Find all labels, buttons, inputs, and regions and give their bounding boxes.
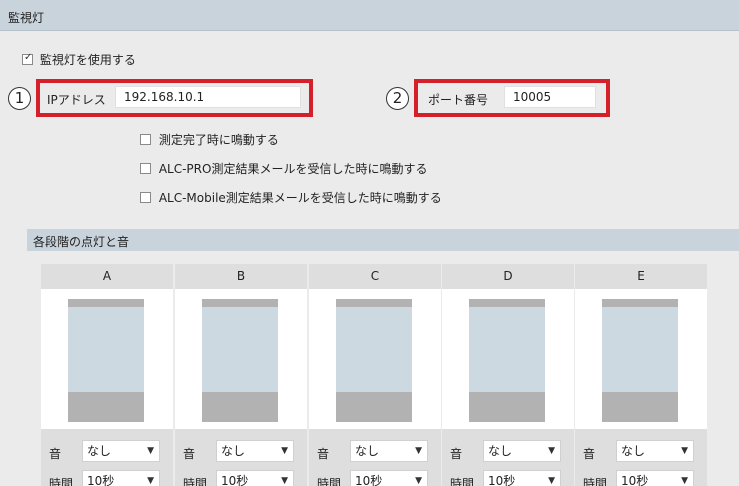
stage-name: E (575, 264, 707, 289)
dropdown-arrow-icon: ▼ (548, 446, 555, 456)
sound-select[interactable]: なし ▼ (483, 440, 561, 462)
sound-value: なし (488, 444, 513, 458)
stage-controls: 音 なし ▼ 時間 10秒 ▼ (575, 429, 707, 486)
lamp-preview (41, 289, 173, 429)
time-label: 時間 (317, 477, 342, 486)
time-select[interactable]: 10秒 ▼ (616, 470, 694, 486)
stage-name: A (41, 264, 173, 289)
option-alc-pro-mail[interactable]: ALC-PRO測定結果メールを受信した時に鳴動する (140, 160, 427, 177)
time-select[interactable]: 10秒 ▼ (82, 470, 160, 486)
option-measure-complete[interactable]: 測定完了時に鳴動する (140, 131, 279, 148)
lamp-icon (602, 299, 678, 422)
lamp-preview (175, 289, 307, 429)
stage-controls: 音 なし ▼ 時間 10秒 ▼ (309, 429, 441, 486)
dropdown-arrow-icon: ▼ (147, 446, 154, 456)
section-header: 監視灯 (0, 0, 739, 31)
stage-controls: 音 なし ▼ 時間 10秒 ▼ (442, 429, 574, 486)
time-select[interactable]: 10秒 ▼ (483, 470, 561, 486)
stage-column-c: C 音 なし ▼ 時間 10秒 ▼ (309, 264, 441, 486)
section-title: 監視灯 (8, 11, 45, 25)
time-value: 10秒 (355, 474, 383, 486)
lamp-icon (68, 299, 144, 422)
lamp-preview (309, 289, 441, 429)
sound-label: 音 (183, 447, 196, 461)
sound-select[interactable]: なし ▼ (616, 440, 694, 462)
sound-label: 音 (49, 447, 62, 461)
time-value: 10秒 (488, 474, 516, 486)
sound-select[interactable]: なし ▼ (350, 440, 428, 462)
option-alc-mobile-mail[interactable]: ALC-Mobile測定結果メールを受信した時に鳴動する (140, 189, 442, 206)
stages-section-header: 各段階の点灯と音 (27, 229, 739, 251)
lamp-icon (469, 299, 545, 422)
ip-input[interactable]: 192.168.10.1 (115, 86, 301, 108)
dropdown-arrow-icon: ▼ (548, 476, 555, 486)
dropdown-arrow-icon: ▼ (415, 476, 422, 486)
lamp-preview (575, 289, 707, 429)
time-label: 時間 (49, 477, 74, 486)
option-alc-pro-mail-checkbox[interactable] (140, 163, 151, 174)
option-label: 測定完了時に鳴動する (158, 133, 279, 147)
option-label: ALC-PRO測定結果メールを受信した時に鳴動する (158, 162, 428, 176)
marker-two: 2 (386, 87, 409, 110)
dropdown-arrow-icon: ▼ (681, 446, 688, 456)
time-label: 時間 (450, 477, 475, 486)
use-lamp-checkbox-row[interactable]: 監視灯を使用する (22, 51, 136, 68)
sound-label: 音 (450, 447, 463, 461)
sound-select[interactable]: なし ▼ (216, 440, 294, 462)
time-select[interactable]: 10秒 ▼ (216, 470, 294, 486)
marker-one: 1 (8, 87, 31, 110)
sound-value: なし (621, 444, 646, 458)
option-alc-mobile-mail-checkbox[interactable] (140, 192, 151, 203)
sound-value: なし (355, 444, 380, 458)
dropdown-arrow-icon: ▼ (147, 476, 154, 486)
time-value: 10秒 (621, 474, 649, 486)
time-value: 10秒 (87, 474, 115, 486)
dropdown-arrow-icon: ▼ (281, 476, 288, 486)
sound-label: 音 (317, 447, 330, 461)
lamp-icon (202, 299, 278, 422)
stages-grid: A 音 なし ▼ 時間 10秒 ▼ B 音 なし ▼ 時間 10秒 ▼ C 音 … (41, 264, 707, 486)
lamp-preview (442, 289, 574, 429)
stage-name: C (309, 264, 441, 289)
stages-title: 各段階の点灯と音 (33, 235, 130, 249)
port-input[interactable]: 10005 (504, 86, 596, 108)
sound-label: 音 (583, 447, 596, 461)
stage-column-a: A 音 なし ▼ 時間 10秒 ▼ (41, 264, 173, 486)
use-lamp-label: 監視灯を使用する (39, 53, 136, 67)
stage-column-b: B 音 なし ▼ 時間 10秒 ▼ (175, 264, 307, 486)
stage-column-d: D 音 なし ▼ 時間 10秒 ▼ (442, 264, 574, 486)
stage-controls: 音 なし ▼ 時間 10秒 ▼ (41, 429, 173, 486)
sound-select[interactable]: なし ▼ (82, 440, 160, 462)
dropdown-arrow-icon: ▼ (681, 476, 688, 486)
sound-value: なし (87, 444, 112, 458)
time-label: 時間 (183, 477, 208, 486)
option-label: ALC-Mobile測定結果メールを受信した時に鳴動する (158, 191, 442, 205)
ip-label: IPアドレス (47, 93, 106, 107)
use-lamp-checkbox[interactable] (22, 52, 33, 65)
stage-controls: 音 なし ▼ 時間 10秒 ▼ (175, 429, 307, 486)
time-value: 10秒 (221, 474, 249, 486)
time-label: 時間 (583, 477, 608, 486)
stage-name: B (175, 264, 307, 289)
dropdown-arrow-icon: ▼ (415, 446, 422, 456)
sound-value: なし (221, 444, 246, 458)
dropdown-arrow-icon: ▼ (281, 446, 288, 456)
lamp-icon (336, 299, 412, 422)
time-select[interactable]: 10秒 ▼ (350, 470, 428, 486)
option-measure-complete-checkbox[interactable] (140, 134, 151, 145)
stage-name: D (442, 264, 574, 289)
port-label: ポート番号 (428, 93, 489, 107)
stage-column-e: E 音 なし ▼ 時間 10秒 ▼ (575, 264, 707, 486)
